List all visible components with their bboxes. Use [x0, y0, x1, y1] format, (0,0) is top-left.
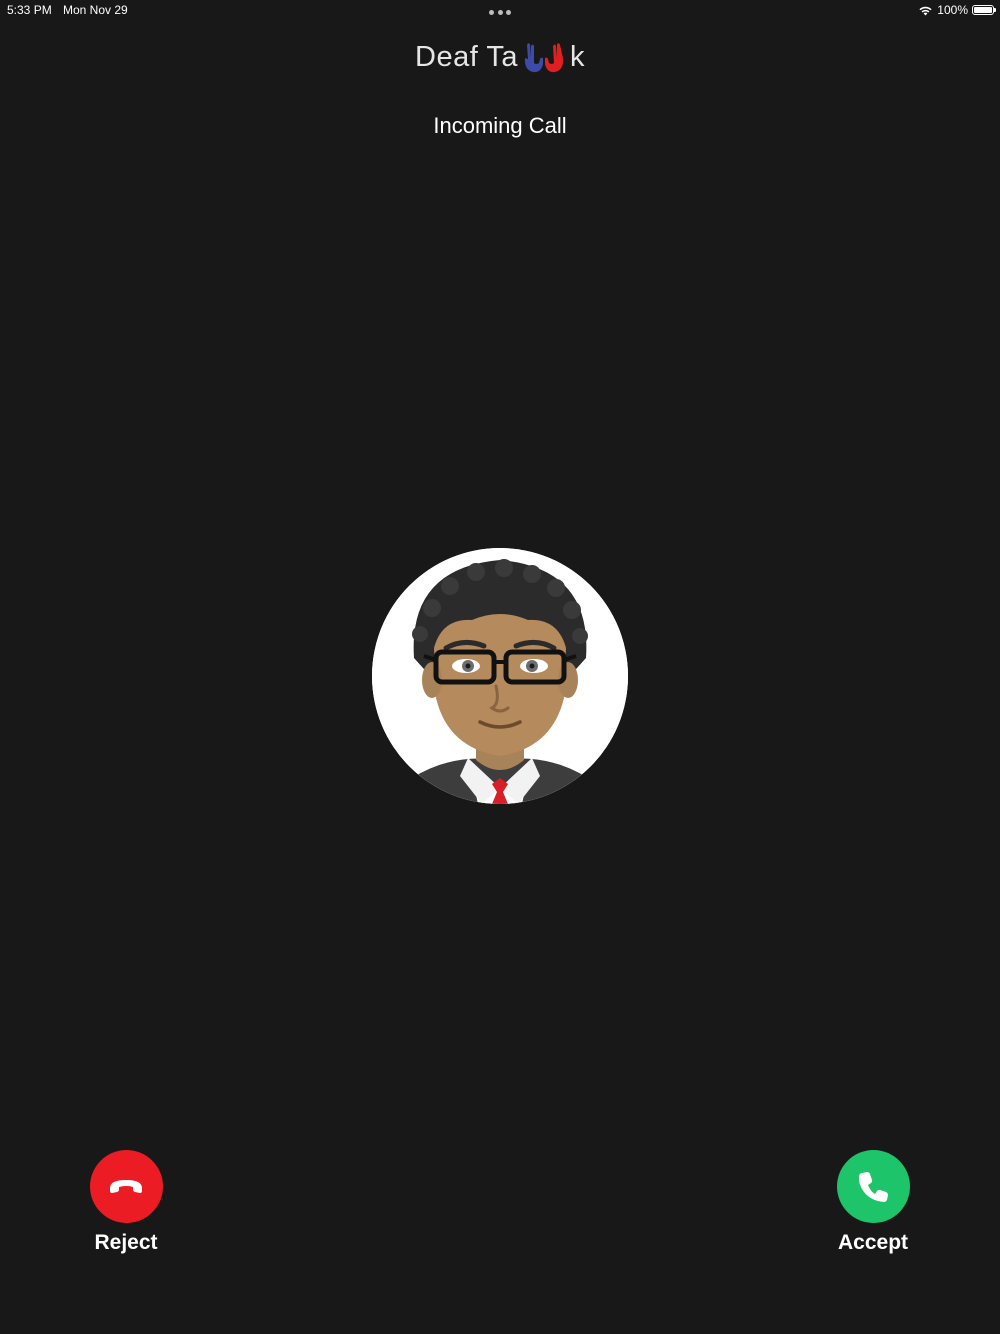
- status-time: 5:33 PM: [7, 3, 52, 17]
- caller-avatar: [372, 548, 628, 804]
- multitasking-dots-icon[interactable]: [489, 10, 511, 15]
- status-indicators: 100%: [918, 3, 996, 17]
- battery-percent: 100%: [937, 3, 968, 17]
- logo-text-end: k: [569, 41, 585, 73]
- reject-button[interactable]: [89, 1150, 163, 1223]
- phone-icon: [858, 1171, 888, 1202]
- status-date: Mon Nov 29: [63, 3, 128, 17]
- reject-label: Reject: [94, 1231, 158, 1254]
- app-logo: Deaf Ta k: [0, 38, 1000, 78]
- signing-hands-icon: [524, 43, 564, 73]
- accept-button[interactable]: [836, 1150, 910, 1223]
- accept-action: Accept: [803, 1150, 943, 1255]
- reject-action: Reject: [56, 1150, 196, 1255]
- caller-avatar-icon: [372, 548, 628, 804]
- hang-up-phone-icon: [110, 1179, 142, 1193]
- wifi-icon: [919, 6, 932, 15]
- accept-label: Accept: [837, 1231, 909, 1254]
- logo-text-start: Deaf Ta: [415, 41, 518, 73]
- page-title: Incoming Call: [433, 113, 567, 138]
- incoming-call-screen: 5:33 PM Mon Nov 29 100% Deaf Ta k Incomi…: [0, 0, 1000, 1334]
- battery-icon: [972, 5, 996, 15]
- status-bar: 5:33 PM Mon Nov 29 100%: [0, 0, 1000, 22]
